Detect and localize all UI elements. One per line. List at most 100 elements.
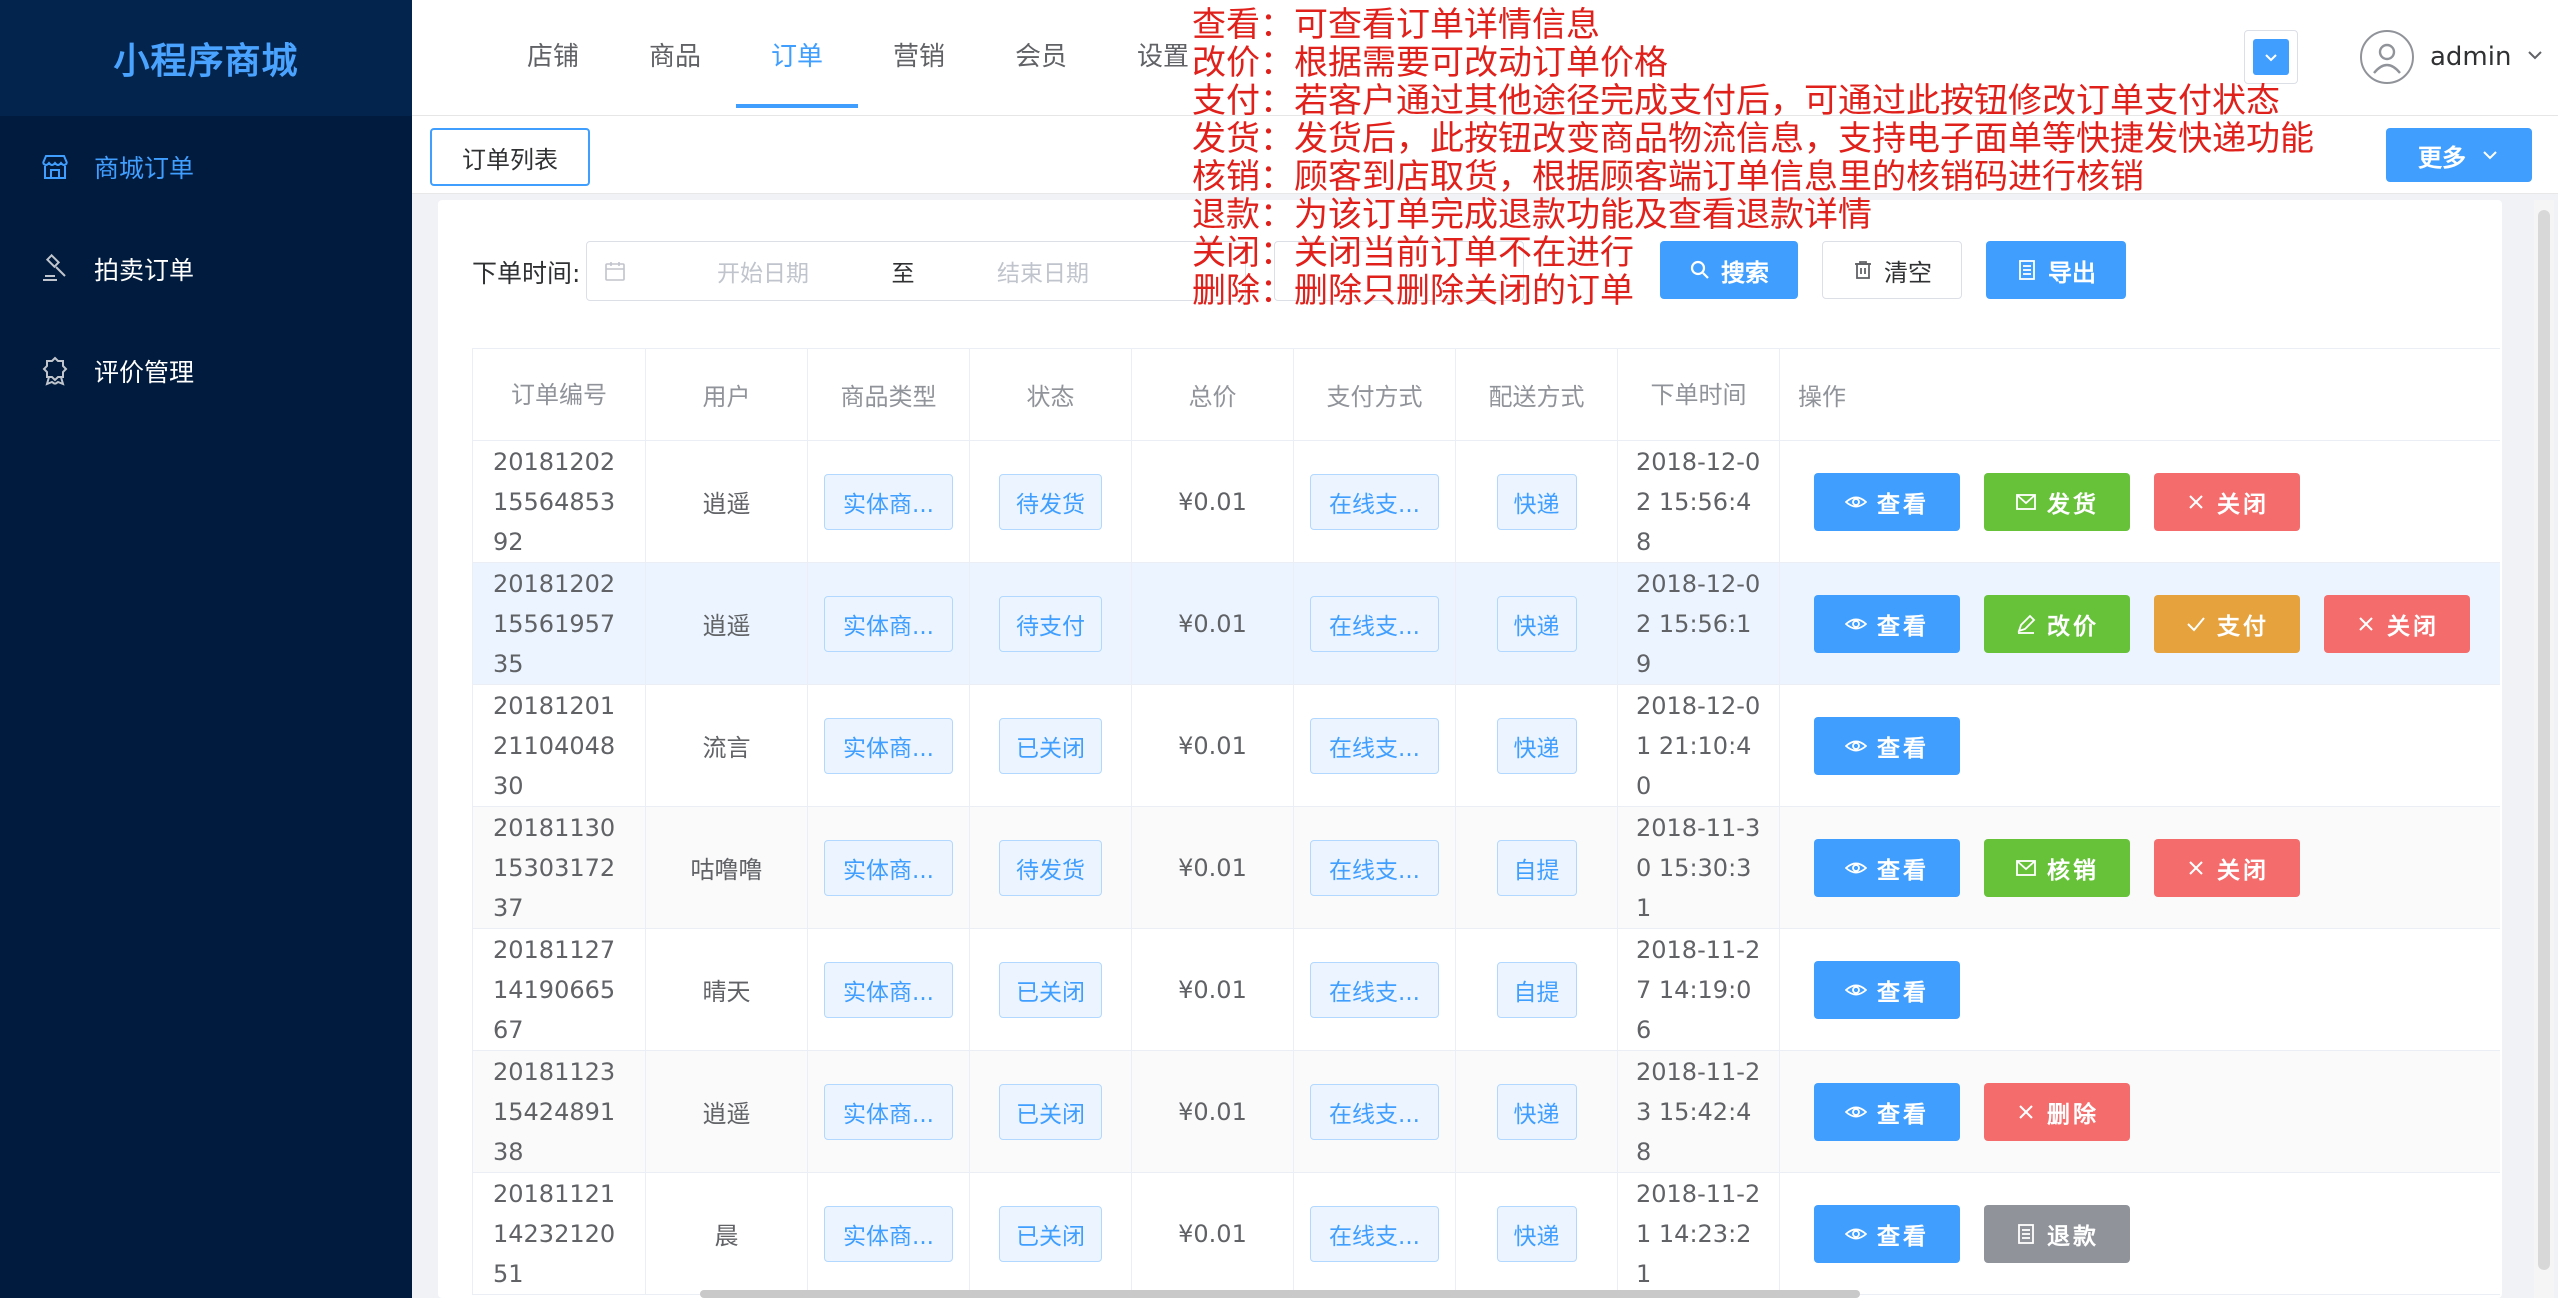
payment-tag: 在线支... <box>1310 839 1439 896</box>
view-button[interactable]: 查看 <box>1814 472 1960 531</box>
sidebar-item-reviews[interactable]: 评价管理 <box>0 320 412 422</box>
order-time: 2018-11-21 14:23:21 <box>1636 1179 1761 1288</box>
change-price-button[interactable]: 改价 <box>1984 594 2130 653</box>
table-row[interactable]: 201812021556195735 逍遥 实体商... 待支付 ¥0.01 在线支...… <box>473 563 2500 685</box>
ship-button[interactable]: 发货 <box>1984 472 2130 531</box>
payment-tag: 在线支... <box>1310 961 1439 1018</box>
close-label: 关闭 <box>2387 613 2439 640</box>
refund-button[interactable]: 退款 <box>1984 1204 2130 1263</box>
order-time-cell: 2018-11-30 15:30:31 <box>1618 807 1780 928</box>
scrollbar-thumb[interactable] <box>2538 210 2550 1270</box>
order-list-card: 下单时间: 开始日期 至 结束日期 搜索 清空 导出 订单编号 用户 商品类型 … <box>438 200 2502 1298</box>
goods-type-cell: 实体商... <box>808 441 970 562</box>
table-row[interactable]: 201812021556485392 逍遥 实体商... 待发货 ¥0.01 在线支...… <box>473 441 2500 563</box>
table-row[interactable]: 201811211423212051 晨实体商... 已关闭 ¥0.01 在线支... 快… <box>473 1173 2500 1295</box>
order-time-cell: 2018-11-21 14:23:21 <box>1618 1173 1780 1294</box>
delete-label: 删除 <box>2047 1101 2099 1128</box>
close-button[interactable]: 关闭 <box>2154 838 2300 897</box>
eye-icon <box>1845 862 1867 873</box>
view-button[interactable]: 查看 <box>1814 594 1960 653</box>
pay-label: 支付 <box>2217 613 2269 640</box>
delete-button[interactable]: 删除 <box>1984 1082 2130 1141</box>
shipping-cell: 快递 <box>1456 441 1618 562</box>
shipping-cell: 自提 <box>1456 807 1618 928</box>
nav-item-members[interactable]: 会员 <box>980 0 1102 108</box>
date-range-picker[interactable]: 开始日期 至 结束日期 <box>586 241 1246 301</box>
header-order-id[interactable]: 订单编号 <box>473 349 646 440</box>
order-id-cell: 201811301530317237 <box>473 807 646 928</box>
view-button[interactable]: 查看 <box>1814 1082 1960 1141</box>
header-shipping[interactable]: 配送方式 <box>1456 349 1618 440</box>
user-cell: 逍遥 <box>646 441 808 562</box>
close-button[interactable]: 关闭 <box>2154 472 2300 531</box>
eye-icon <box>1845 618 1867 629</box>
status-tag: 已关闭 <box>999 717 1102 774</box>
actions-cell: 查看 退款 <box>1780 1173 2500 1294</box>
view-button[interactable]: 查看 <box>1814 716 1960 775</box>
table-header-row: 订单编号 用户 商品类型 状态 总价 支付方式 配送方式 下单时间 操作 <box>473 349 2500 441</box>
order-id: 201811211423212051 <box>493 1179 616 1288</box>
payment-cell: 在线支... <box>1294 685 1456 806</box>
payment-cell: 在线支... <box>1294 1173 1456 1294</box>
goods-type-tag: 实体商... <box>824 1083 953 1140</box>
order-id: 201811271419066567 <box>493 935 616 1044</box>
vertical-scrollbar[interactable] <box>2534 200 2554 1298</box>
pay-button[interactable]: 支付 <box>2154 594 2300 653</box>
goods-type-cell: 实体商... <box>808 563 970 684</box>
view-label: 查看 <box>1877 1223 1929 1250</box>
table-row[interactable]: 201811271419066567 晴天 实体商... 已关闭 ¥0.01 在线支...… <box>473 929 2500 1051</box>
table-row[interactable]: 201811231542489138 逍遥 实体商... 已关闭 ¥0.01 在线支...… <box>473 1051 2500 1173</box>
goods-type-tag: 实体商... <box>824 1205 953 1262</box>
close-button[interactable]: 关闭 <box>2324 594 2470 653</box>
order-time-cell: 2018-11-23 15:42:48 <box>1618 1051 1780 1172</box>
nav-item-marketing[interactable]: 营销 <box>858 0 980 108</box>
calendar-icon <box>587 260 643 282</box>
header-actions: 操作 <box>1798 383 1846 411</box>
tab-order-list[interactable]: 订单列表 <box>430 128 590 186</box>
view-label: 查看 <box>1877 735 1929 762</box>
sidebar-item-auction-orders[interactable]: 拍卖订单 <box>0 218 412 320</box>
close-label: 关闭 <box>2217 491 2269 518</box>
order-time: 2018-11-23 15:42:48 <box>1636 1057 1761 1166</box>
view-button[interactable]: 查看 <box>1814 838 1960 897</box>
view-label: 查看 <box>1877 979 1929 1006</box>
end-date-input[interactable]: 结束日期 <box>923 254 1163 288</box>
order-id-cell: 201811231542489138 <box>473 1051 646 1172</box>
horizontal-scrollbar[interactable] <box>700 1290 1860 1298</box>
verify-button[interactable]: 核销 <box>1984 838 2130 897</box>
shipping-cell: 快递 <box>1456 1173 1618 1294</box>
view-label: 查看 <box>1877 857 1929 884</box>
payment-cell: 在线支... <box>1294 1051 1456 1172</box>
user-cell: 逍遥 <box>646 1051 808 1172</box>
close-icon <box>2189 860 2203 875</box>
table-row[interactable]: 201811301530317237 咕噜噜 实体商... 待发货 ¥0.01 在线支..… <box>473 807 2500 929</box>
order-id: 201812021556195735 <box>493 569 616 678</box>
total-cell: ¥0.01 <box>1132 563 1294 684</box>
sidebar-item-mall-orders[interactable]: 商城订单 <box>0 116 412 218</box>
goods-type-cell: 实体商... <box>808 929 970 1050</box>
total-cell: ¥0.01 <box>1132 807 1294 928</box>
nav-item-orders[interactable]: 订单 <box>736 0 858 108</box>
header-user[interactable]: 用户 <box>646 349 808 440</box>
brand-logo[interactable]: 小程序商城 <box>0 0 412 116</box>
header-total[interactable]: 总价 <box>1132 349 1294 440</box>
eye-icon <box>1845 984 1867 995</box>
start-date-input[interactable]: 开始日期 <box>643 254 883 288</box>
view-button[interactable]: 查看 <box>1814 1204 1960 1263</box>
status-tag: 已关闭 <box>999 1083 1102 1140</box>
status-cell: 已关闭 <box>970 929 1132 1050</box>
header-order-time[interactable]: 下单时间 <box>1618 349 1780 440</box>
nav-item-goods[interactable]: 商品 <box>614 0 736 108</box>
view-button[interactable]: 查看 <box>1814 960 1960 1019</box>
order-id: 201812021556485392 <box>493 447 616 556</box>
main-nav: 店铺 商品 订单 营销 会员 设置 <box>492 0 1224 108</box>
nav-item-shop[interactable]: 店铺 <box>492 0 614 108</box>
header-payment[interactable]: 支付方式 <box>1294 349 1456 440</box>
annotation-verify: 核销：顾客到店取货，根据顾客端订单信息里的核销码进行核销 <box>1192 157 2144 197</box>
table-row[interactable]: 201812012110404830 流言 实体商... 已关闭 ¥0.01 在线支...… <box>473 685 2500 807</box>
header-status[interactable]: 状态 <box>970 349 1132 440</box>
view-label: 查看 <box>1877 491 1929 518</box>
header-goods-type[interactable]: 商品类型 <box>808 349 970 440</box>
actions-cell: 查看 删除 <box>1780 1051 2500 1172</box>
user-cell: 流言 <box>646 685 808 806</box>
